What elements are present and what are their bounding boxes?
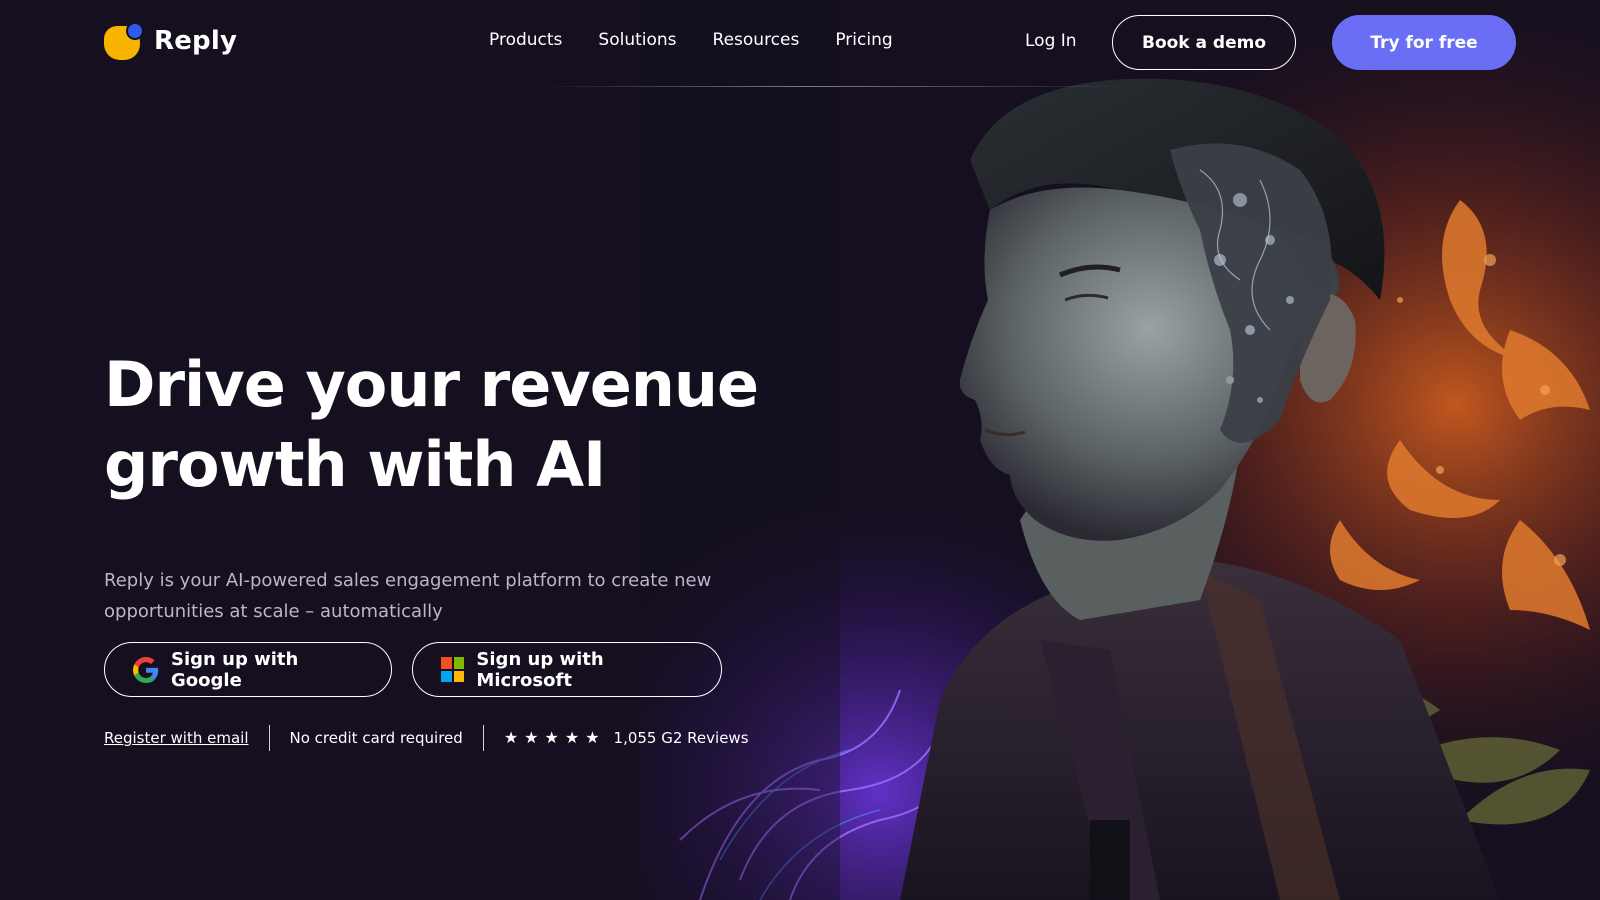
g2-reviews-count[interactable]: 1,055 G2 Reviews: [614, 729, 749, 747]
rating-stars: ★ ★ ★ ★ ★: [504, 730, 600, 746]
logo-blue-dot: [126, 22, 144, 40]
ms-red-square: [441, 657, 452, 669]
star-icon: ★: [524, 728, 539, 747]
register-email-link[interactable]: Register with email: [104, 729, 249, 747]
ms-green-square: [453, 657, 465, 669]
hero-title: Drive your revenue growth with AI: [104, 345, 764, 505]
nav-pricing[interactable]: Pricing: [835, 30, 892, 50]
no-credit-card-text: No credit card required: [289, 729, 463, 747]
brand-name: Reply: [154, 26, 238, 56]
star-icon: ★: [503, 728, 519, 747]
star-icon: ★: [564, 728, 580, 747]
signup-buttons: Sign up with Google Sign up with Microso…: [104, 642, 722, 697]
signup-google-label: Sign up with Google: [171, 648, 299, 691]
meta-divider: [268, 725, 270, 751]
star-icon: ★: [544, 728, 559, 747]
meta-divider: [482, 725, 484, 751]
nav-resources[interactable]: Resources: [713, 30, 800, 50]
google-g-icon: [133, 656, 159, 683]
hero-portrait-image: [640, 0, 1600, 900]
reply-logo[interactable]: Reply: [104, 22, 237, 60]
login-link[interactable]: Log In: [1025, 31, 1077, 51]
header-divider: [540, 86, 1140, 87]
hero-section: Drive your revenue growth with AI Reply …: [104, 345, 764, 627]
top-navigation-bar: Reply Products Solutions Resources Prici…: [0, 0, 1600, 87]
star-icon: ★: [585, 728, 600, 747]
microsoft-logo-icon: [441, 657, 465, 682]
book-demo-button[interactable]: Book a demo: [1112, 15, 1296, 70]
landing-page: Reply Products Solutions Resources Prici…: [0, 0, 1600, 900]
main-nav: Products Solutions Resources Pricing: [489, 30, 893, 50]
hero-title-line-1: Drive your revenue: [104, 348, 759, 421]
nav-solutions[interactable]: Solutions: [598, 30, 676, 50]
hero-title-line-2: growth with AI: [104, 428, 606, 501]
try-for-free-button[interactable]: Try for free: [1332, 15, 1516, 70]
ms-yellow-square: [453, 670, 465, 682]
nav-products[interactable]: Products: [489, 30, 562, 50]
signup-microsoft-label: Sign up with Microsoft: [476, 648, 604, 691]
hero-subtitle: Reply is your AI-powered sales engagemen…: [104, 570, 712, 622]
ms-blue-square: [441, 670, 452, 682]
reply-logo-icon: [104, 22, 144, 60]
signup-google-button[interactable]: Sign up with Google: [104, 642, 392, 697]
signup-meta-row: Register with email No credit card requi…: [104, 725, 749, 751]
signup-microsoft-button[interactable]: Sign up with Microsoft: [412, 642, 722, 697]
